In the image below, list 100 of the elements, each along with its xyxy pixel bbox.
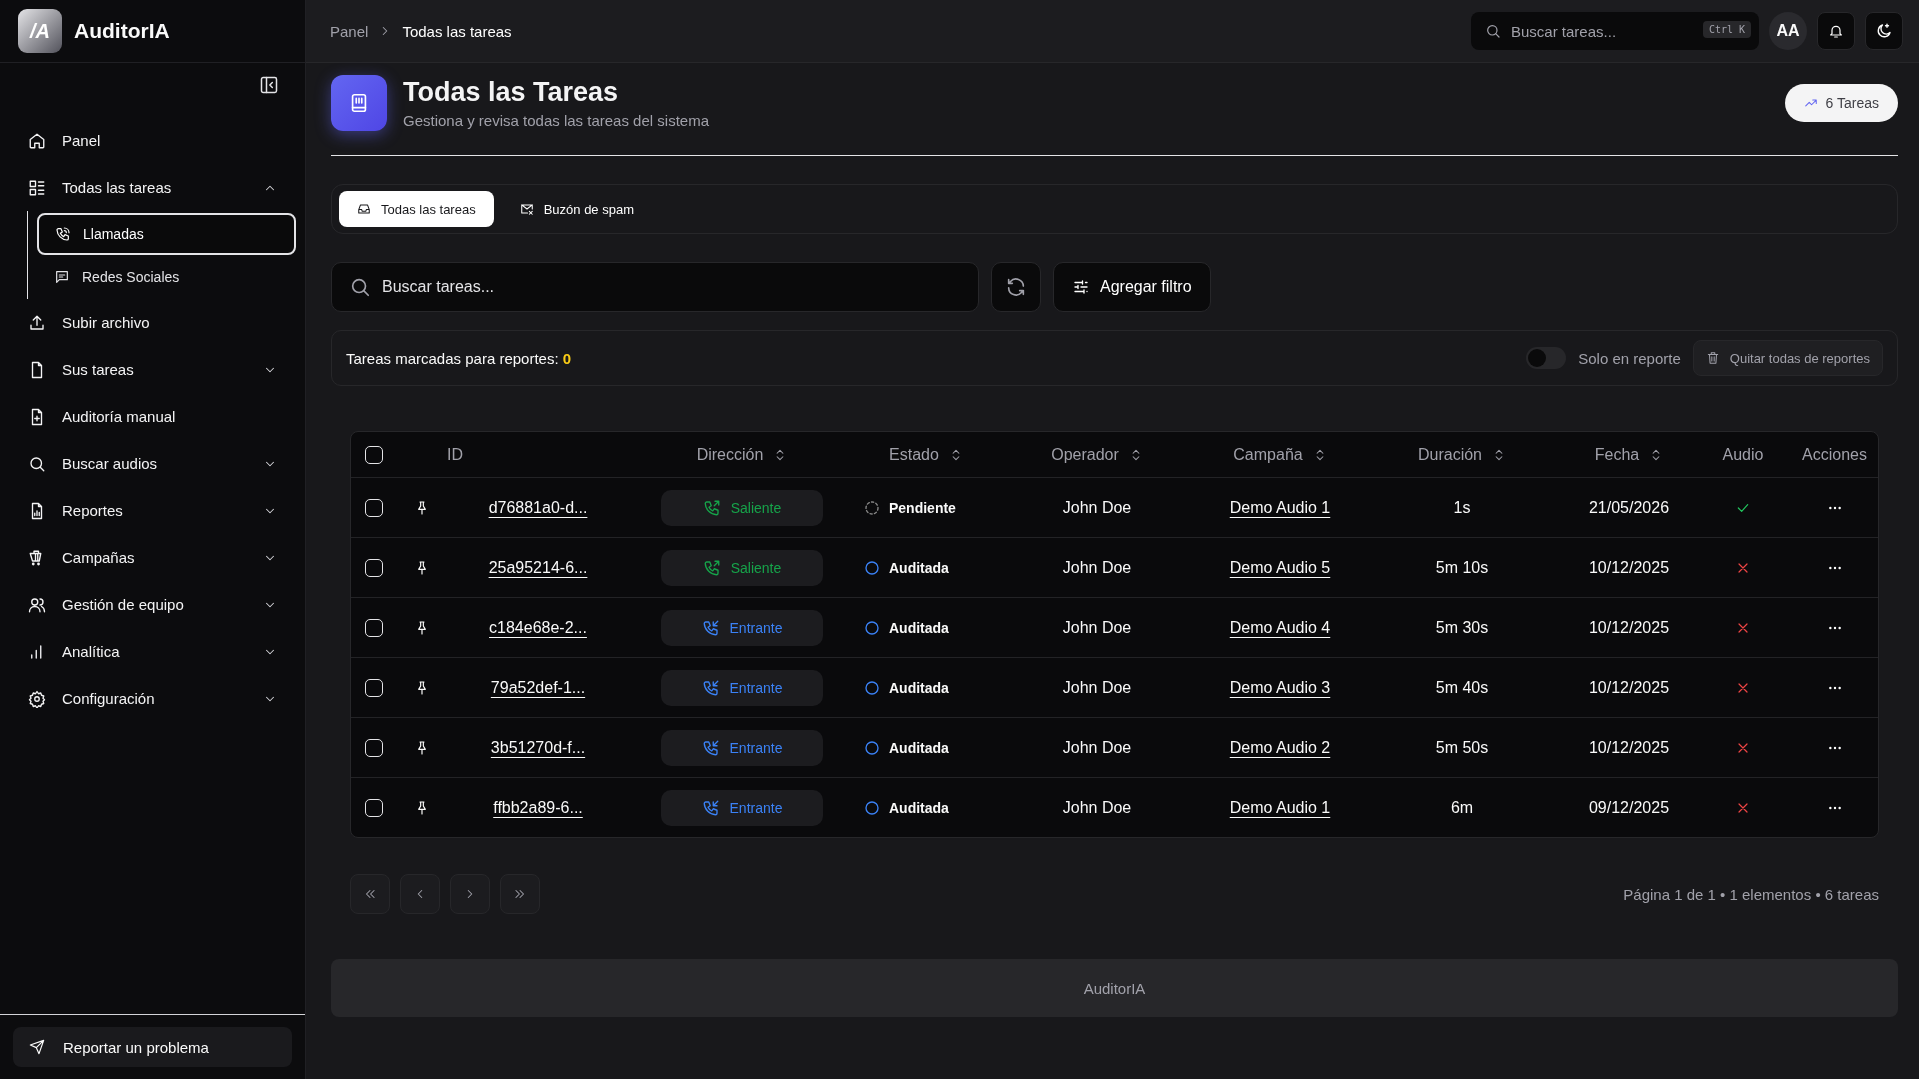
more-icon[interactable] — [1826, 624, 1843, 631]
operator-name: John Doe — [1062, 498, 1132, 517]
column-header: ID — [447, 445, 463, 464]
double-chevron-right-icon — [513, 887, 527, 901]
add-filter-button[interactable]: Agregar filtro — [1053, 262, 1211, 312]
column-header[interactable]: Operador — [1051, 445, 1119, 464]
more-icon[interactable] — [1826, 564, 1843, 571]
shortcut-hint: Ctrl K — [1702, 21, 1751, 38]
row-checkbox[interactable] — [365, 738, 383, 757]
footer-text: AuditorIA — [1083, 979, 1146, 997]
campaign-link[interactable]: Demo Audio 5 — [1229, 558, 1331, 577]
breadcrumb-link[interactable]: Todas las tareas — [402, 22, 512, 40]
sidebar-subitem[interactable]: Redes Sociales — [37, 257, 296, 297]
nav-icon — [28, 689, 46, 708]
task-id-link[interactable]: 25a95214-6... — [488, 558, 588, 577]
sidebar-item[interactable]: Panel — [0, 117, 305, 164]
duration-text: 5m 40s — [1435, 678, 1489, 697]
sidebar-toggle-icon[interactable] — [259, 75, 279, 95]
task-id-link[interactable]: ffbb2a89-6... — [493, 798, 583, 817]
page-subtitle: Gestiona y revisa todas las tareas del sistema — [403, 112, 710, 129]
column-header[interactable]: Dirección — [696, 445, 764, 464]
sidebar-subitem[interactable]: Llamadas — [37, 213, 296, 255]
status-label: Auditada — [889, 679, 949, 696]
row-checkbox[interactable] — [365, 498, 383, 517]
sidebar-item[interactable]: Configuración — [0, 675, 305, 722]
tab[interactable]: Todas las tareas — [339, 191, 494, 227]
double-chevron-left-icon — [363, 887, 377, 901]
nav-icon — [28, 595, 46, 614]
date-text: 09/12/2025 — [1588, 798, 1670, 817]
task-id-link[interactable]: 79a52def-1... — [490, 678, 586, 697]
search-icon — [1485, 23, 1501, 39]
breadcrumb-link[interactable]: Panel — [330, 22, 369, 40]
sidebar-item[interactable]: Subir archivo — [0, 299, 305, 346]
direction-badge: Saliente — [661, 489, 823, 526]
sidebar-item[interactable]: Buscar audios — [0, 440, 305, 487]
more-icon[interactable] — [1826, 744, 1843, 751]
operator-name: John Doe — [1062, 798, 1132, 817]
status-label: Auditada — [889, 559, 949, 576]
more-icon[interactable] — [1826, 684, 1843, 691]
report-problem-button[interactable]: Reportar un problema — [13, 1027, 292, 1067]
app-logo: /A — [18, 9, 62, 53]
direction-badge: Entrante — [661, 609, 823, 646]
sidebar-item[interactable]: Todas las tareas — [0, 164, 305, 211]
column-header[interactable]: Duración — [1418, 445, 1482, 464]
column-header[interactable]: Estado — [889, 445, 939, 464]
status-label: Auditada — [889, 619, 949, 636]
date-text: 21/05/2026 — [1588, 498, 1670, 517]
sliders-icon — [1072, 278, 1090, 296]
duration-text: 5m 10s — [1435, 558, 1489, 577]
select-all-checkbox[interactable] — [365, 445, 383, 464]
sidebar-item[interactable]: Sus tareas — [0, 346, 305, 393]
more-icon[interactable] — [1826, 504, 1843, 511]
user-avatar[interactable]: AA — [1769, 12, 1807, 50]
sidebar-item[interactable]: Campañas — [0, 534, 305, 581]
campaign-link[interactable]: Demo Audio 1 — [1229, 798, 1331, 817]
task-id-link[interactable]: 3b51270d-f... — [490, 738, 586, 757]
clear-reports-button[interactable]: Quitar todas de reportes — [1692, 340, 1883, 376]
status-label: Pendiente — [889, 499, 956, 516]
campaign-link[interactable]: Demo Audio 1 — [1229, 498, 1331, 517]
sidebar-item[interactable]: Reportes — [0, 487, 305, 534]
column-header[interactable]: Fecha — [1594, 445, 1640, 464]
notifications-button[interactable] — [1817, 12, 1855, 50]
row-checkbox[interactable] — [365, 618, 383, 637]
pagination-summary: Página 1 de 1 • 1 elementos • 6 tareas — [1623, 885, 1879, 903]
inbox-icon — [357, 202, 371, 216]
task-id-link[interactable]: c184e68e-2... — [489, 618, 587, 637]
nav-icon — [28, 131, 46, 150]
trash-icon — [1705, 351, 1720, 365]
sidebar-item[interactable]: Gestión de equipo — [0, 581, 305, 628]
nav-icon — [54, 269, 70, 285]
operator-name: John Doe — [1062, 738, 1132, 757]
refresh-icon — [1005, 276, 1027, 298]
theme-toggle-button[interactable] — [1865, 12, 1903, 50]
campaign-link[interactable]: Demo Audio 2 — [1229, 738, 1331, 757]
page-icon — [331, 75, 387, 131]
search-icon — [349, 276, 371, 298]
column-header[interactable]: Campaña — [1233, 445, 1303, 464]
date-text: 10/12/2025 — [1588, 618, 1670, 637]
nav-icon — [55, 226, 71, 242]
row-checkbox[interactable] — [365, 798, 383, 817]
operator-name: John Doe — [1062, 618, 1132, 637]
duration-text: 5m 30s — [1435, 618, 1489, 637]
campaign-link[interactable]: Demo Audio 3 — [1229, 678, 1331, 697]
row-checkbox[interactable] — [365, 558, 383, 577]
more-icon[interactable] — [1826, 804, 1843, 811]
direction-badge: Entrante — [661, 669, 823, 706]
toggle-switch[interactable] — [1526, 347, 1567, 369]
row-checkbox[interactable] — [365, 678, 383, 697]
refresh-button[interactable] — [991, 262, 1041, 312]
sidebar-item[interactable]: Auditoría manual — [0, 393, 305, 440]
status-label: Auditada — [889, 799, 949, 816]
nav-icon — [28, 313, 46, 332]
task-id-link[interactable]: d76881a0-d... — [488, 498, 588, 517]
tab[interactable]: Buzón de spam — [501, 191, 652, 227]
direction-badge: Saliente — [661, 549, 823, 586]
duration-text: 1s — [1453, 498, 1471, 517]
search-field[interactable]: Buscar tareas... — [331, 262, 979, 312]
sidebar-item[interactable]: Analítica — [0, 628, 305, 675]
direction-badge: Entrante — [661, 729, 823, 766]
campaign-link[interactable]: Demo Audio 4 — [1229, 618, 1331, 637]
